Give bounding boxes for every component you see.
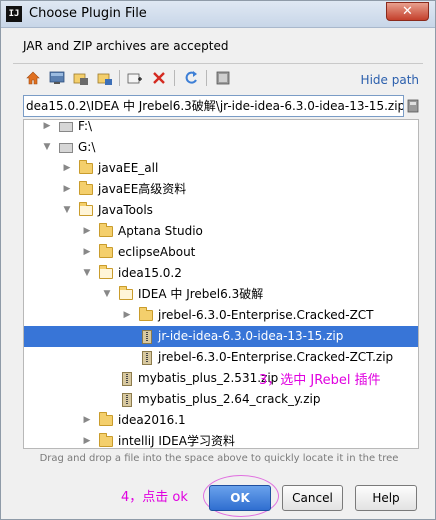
tree-item-label: F:\ [78,119,93,133]
folder-icon [99,244,113,258]
toolbar-separator [174,70,175,86]
tree-folder-row[interactable]: ▶ Aptana Studio [24,221,418,242]
collapse-arrow-icon[interactable]: ▼ [62,200,72,221]
refresh-icon[interactable] [183,70,199,86]
tree-item-label: idea15.0.2 [118,266,182,280]
path-input[interactable]: dea15.0.2\IDEA 中 Jrebel6.3破解\jr-ide-idea… [23,95,404,117]
drive-icon [59,122,73,132]
annotation-step-3: 3，选中 JRebel 插件 [259,373,381,388]
tree-item-label: javaEE_all [98,161,159,175]
folder-icon [99,412,113,426]
tree-drive-row[interactable]: ▼ G:\ [24,137,418,158]
tree-item-label: Aptana Studio [118,224,203,238]
tree-item-label: IDEA 中 Jrebel6.3破解 [138,287,264,301]
zip-archive-icon [142,330,152,344]
expand-arrow-icon[interactable]: ▶ [122,305,132,326]
collapse-arrow-icon[interactable]: ▼ [102,284,112,305]
tree-file-row[interactable]: jr-ide-idea-6.3.0-idea-13-15.zip [24,326,418,347]
tree-folder-row[interactable]: ▼ JavaTools [24,200,418,221]
tree-folder-row[interactable]: ▶ eclipseAbout [24,242,418,263]
tree-folder-row[interactable]: ▶ idea2016.1 [24,410,418,431]
path-history-icon[interactable] [406,97,420,115]
window-title: Choose Plugin File [29,6,147,21]
tree-item-label: jrebel-6.3.0-Enterprise.Cracked-ZCT.zip [158,350,394,364]
tree-item-label: jr-ide-idea-6.3.0-idea-13-15.zip [158,329,344,343]
toolbar: Hide path [23,68,423,90]
zip-archive-icon [122,372,132,386]
folder-icon [79,202,93,216]
tree-folder-row[interactable]: ▶ javaEE高级资料 [24,179,418,200]
toolbar-separator [119,70,120,86]
tree-item-label: G:\ [78,140,96,154]
folder-icon [99,433,113,447]
folder-icon [139,307,153,321]
expand-arrow-icon[interactable]: ▶ [62,158,72,179]
collapse-arrow-icon[interactable]: ▼ [42,137,52,158]
tree-folder-row[interactable]: ▼ idea15.0.2 [24,263,418,284]
drive-icon [59,143,73,153]
expand-arrow-icon[interactable]: ▶ [82,242,92,263]
delete-icon[interactable] [151,70,167,86]
desktop-icon[interactable] [49,70,65,86]
folder-icon [79,181,93,195]
tree-item-label: intelliJ IDEA学习资料 [118,434,235,448]
drag-drop-hint: Drag and drop a file into the space abov… [39,453,399,464]
intellij-app-icon: IJ [6,6,22,22]
module-icon[interactable] [97,70,113,86]
description-text: JAR and ZIP archives are accepted [23,39,229,53]
tree-item-label: idea2016.1 [118,413,186,427]
collapse-arrow-icon[interactable]: ▼ [82,263,92,284]
file-tree[interactable]: ▶ F:\ ▼ G:\ ▶ javaEE_all ▶ javaEE高级资料 ▼ JavaTools… [23,119,419,449]
project-icon[interactable] [73,70,89,86]
folder-icon [79,160,93,174]
expand-arrow-icon[interactable]: ▶ [42,120,52,137]
folder-icon [99,265,113,279]
expand-arrow-icon[interactable]: ▶ [62,179,72,200]
tree-folder-row[interactable]: ▶ javaEE_all [24,158,418,179]
new-folder-icon[interactable] [127,70,143,86]
tree-item-label: mybatis_plus_2.531.zip [138,371,279,385]
close-button[interactable]: ✕ [386,2,429,21]
tree-folder-row[interactable]: ▶ intelliJ IDEA学习资料 [24,431,418,448]
expand-arrow-icon[interactable]: ▶ [82,431,92,448]
home-icon[interactable] [25,70,41,86]
hide-path-link[interactable]: Hide path [361,73,419,87]
annotation-step-4: 4，点击 ok [121,490,188,505]
title-bar[interactable]: IJ Choose Plugin File ✕ [1,1,435,28]
tree-item-label: jrebel-6.3.0-Enterprise.Cracked-ZCT [158,308,374,322]
expand-arrow-icon[interactable]: ▶ [82,410,92,431]
ok-button[interactable]: OK [209,485,271,511]
tree-item-label: eclipseAbout [118,245,196,259]
zip-archive-icon [122,393,132,407]
tree-file-row[interactable]: mybatis_plus_2.64_crack_y.zip [24,389,418,410]
tree-item-label: JavaTools [98,203,153,217]
tree-item-label: javaEE高级资料 [98,182,187,196]
toolbar-separator [206,70,207,86]
choose-plugin-file-dialog: IJ Choose Plugin File ✕ JAR and ZIP arch… [0,0,436,520]
expand-arrow-icon[interactable]: ▶ [82,221,92,242]
cancel-button[interactable]: Cancel [282,485,343,511]
separator [13,63,423,64]
tree-drive-row[interactable]: ▶ F:\ [24,119,418,137]
tree-folder-row[interactable]: ▶ jrebel-6.3.0-Enterprise.Cracked-ZCT [24,305,418,326]
help-button[interactable]: Help [355,485,417,511]
tree-file-row[interactable]: jrebel-6.3.0-Enterprise.Cracked-ZCT.zip [24,347,418,368]
folder-icon [99,223,113,237]
zip-archive-icon [142,351,152,365]
show-hidden-icon[interactable] [215,70,231,86]
folder-icon [119,286,133,300]
tree-folder-row[interactable]: ▼ IDEA 中 Jrebel6.3破解 [24,284,418,305]
tree-item-label: mybatis_plus_2.64_crack_y.zip [138,392,321,406]
